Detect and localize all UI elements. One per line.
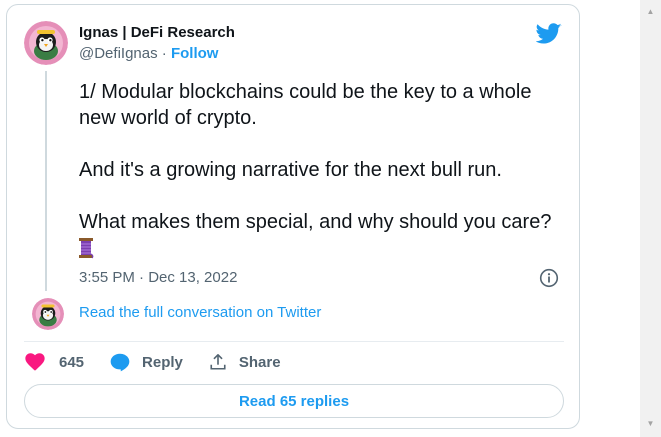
tweet-text: 1/ Modular blockchains could be the key …: [79, 79, 569, 261]
tweet-timestamp[interactable]: 3:55 PM · Dec 13, 2022: [79, 268, 237, 288]
author-handle[interactable]: @DefiIgnas: [79, 45, 158, 62]
author-avatar[interactable]: [24, 21, 68, 65]
heart-icon: [25, 353, 45, 371]
conversation-avatar[interactable]: [32, 298, 64, 330]
share-upload-icon: [210, 353, 226, 370]
tweet-paragraph-3: What makes them special, and why should …: [79, 209, 569, 261]
page-scrollbar[interactable]: ▲ ▼: [640, 0, 661, 437]
tweet-actions: 645 Reply Share: [25, 350, 307, 374]
scroll-down-arrow-icon[interactable]: ▼: [640, 415, 661, 432]
thread-spool-icon: [79, 237, 94, 259]
scroll-up-arrow-icon[interactable]: ▲: [640, 3, 661, 20]
share-button[interactable]: Share: [209, 353, 281, 371]
like-button[interactable]: 645: [25, 353, 84, 371]
share-label: Share: [238, 353, 281, 371]
read-full-conversation-link[interactable]: Read the full conversation on Twitter: [79, 303, 321, 323]
twitter-bird-icon[interactable]: [535, 23, 562, 45]
author-name[interactable]: Ignas | DeFi Research: [79, 23, 235, 43]
thread-connector-line: [45, 71, 47, 291]
handle-separator: ·: [157, 45, 171, 62]
tweet-paragraph-1: 1/ Modular blockchains could be the key …: [79, 81, 532, 129]
reply-label: Reply: [142, 353, 183, 371]
follow-link[interactable]: Follow: [171, 45, 219, 62]
tweet-paragraph-3-text: What makes them special, and why should …: [79, 211, 552, 233]
tweet-card: Ignas | DeFi Research @DefiIgnas · Follo…: [6, 4, 580, 429]
reply-button[interactable]: Reply: [110, 353, 183, 372]
speech-bubble-icon: [110, 353, 130, 371]
tweet-paragraph-2: And it's a growing narrative for the nex…: [79, 159, 502, 181]
info-icon[interactable]: [539, 268, 559, 288]
like-count: 645: [59, 353, 85, 371]
read-replies-button[interactable]: Read 65 replies: [24, 384, 564, 418]
actions-divider: [24, 341, 564, 342]
author-handle-row: @DefiIgnas · Follow: [79, 44, 218, 64]
embedded-tweet-page: Ignas | DeFi Research @DefiIgnas · Follo…: [0, 0, 661, 437]
